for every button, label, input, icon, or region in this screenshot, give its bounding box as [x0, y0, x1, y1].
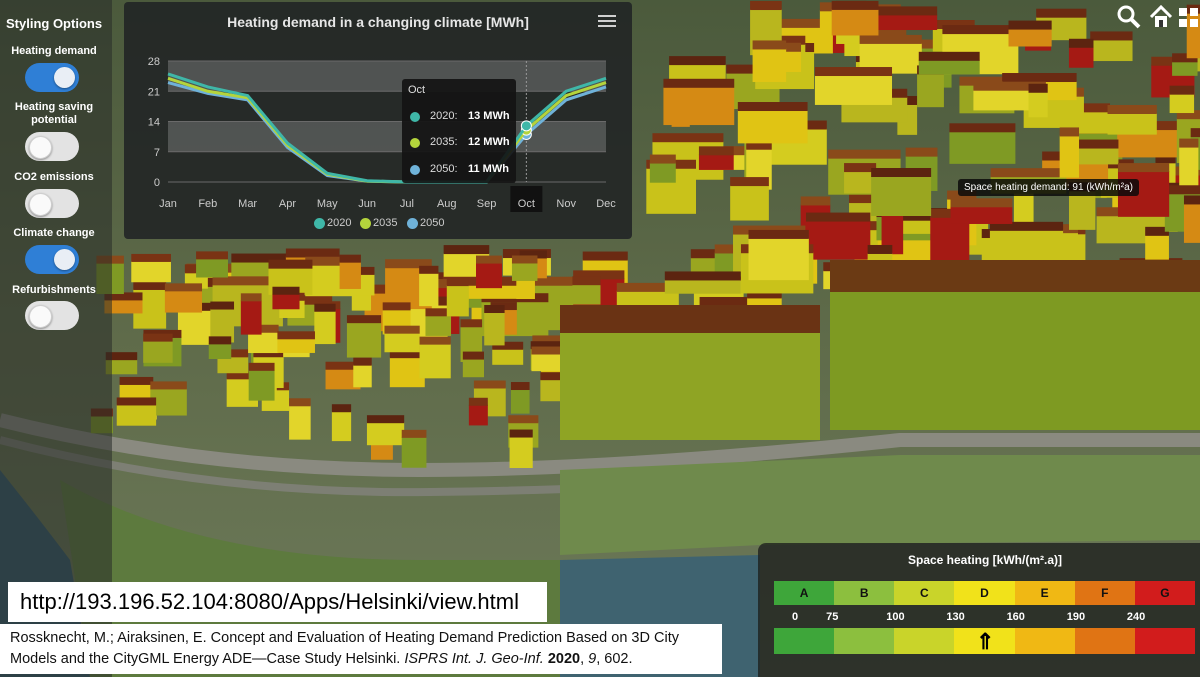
chart-title: Heating demand in a changing climate [MW… [227, 14, 529, 30]
x-tick-label: Jan [159, 198, 177, 210]
legend-2020-label: 2020 [327, 217, 352, 229]
grid-band [168, 121, 606, 152]
current-value-arrow-icon: ⇑ [976, 629, 995, 654]
x-tick-label: Feb [198, 198, 217, 210]
heating-demand-label: Heating demand [11, 45, 97, 57]
refurbishments-toggle[interactable] [25, 301, 79, 330]
energy-color-B [834, 628, 895, 654]
search-button[interactable] [1116, 4, 1142, 30]
legend-2050-label: 2050 [420, 217, 445, 229]
styling-options-title: Styling Options [6, 16, 103, 31]
x-tick-label: May [317, 198, 338, 210]
citation: Rossknecht, M.; Airaksinen, E. Concept a… [0, 624, 722, 674]
y-tick-label: 21 [148, 86, 160, 98]
tooltip-2020-value: 13 MWh [468, 110, 510, 122]
threshold-label: 240 [1126, 611, 1146, 623]
x-tick-label: Sep [477, 198, 497, 210]
tooltip-2050-name: 2050: [430, 163, 458, 175]
x-tick-label: Jun [358, 198, 376, 210]
x-tick-label: Aug [437, 198, 457, 210]
heating-demand-toggle[interactable] [25, 63, 79, 92]
heating-demand-chart[interactable]: 0 7 14 21 28 Jan Feb Mar Apr May Jun Jul Aug Sep Oct No… [124, 2, 632, 239]
energy-class-F: F [1074, 581, 1135, 605]
legend-2035-label: 2035 [373, 217, 398, 229]
y-tick-label: 0 [154, 177, 160, 189]
scale-title: Space heating [kWh/(m².a)] [907, 553, 1062, 567]
heating-saving-toggle[interactable] [25, 132, 79, 161]
energy-class-G: G [1134, 581, 1195, 605]
co2-emissions-label: CO2 emissions [14, 171, 94, 183]
layers-button[interactable] [1176, 4, 1200, 30]
chart-tooltip: Oct 2020: 13 MWh 2035: 12 MWh 2050: 11 M… [402, 79, 516, 183]
citation-volume: 9 [588, 651, 597, 667]
tooltip-header: Oct [408, 84, 426, 96]
tooltip-2020-name: 2020: [430, 110, 458, 122]
co2-emissions-toggle[interactable] [25, 189, 79, 218]
energy-class-B: B [834, 581, 895, 605]
x-tick-label: Nov [556, 198, 576, 210]
energy-class-E: E [1014, 581, 1075, 605]
citation-journal: ISPRS Int. J. Geo-Inf. [404, 651, 544, 667]
chart-menu-icon[interactable] [598, 12, 616, 28]
climate-change-toggle[interactable] [25, 245, 79, 274]
energy-class-D: D [954, 581, 1015, 605]
threshold-label: 130 [946, 611, 965, 623]
energy-class-scale: Space heating [kWh/(m².a)] ABCDEFG 0 75 10… [758, 543, 1200, 677]
x-tick-label: Jul [400, 198, 414, 210]
threshold-label: 100 [886, 611, 905, 623]
tooltip-2035-value: 12 MWh [468, 136, 510, 148]
threshold-label: 160 [1006, 611, 1025, 623]
home-button[interactable] [1148, 4, 1174, 30]
energy-class-letter-bar: ABCDEFG [774, 581, 1195, 605]
tooltip-2050-value: 11 MWh [468, 163, 509, 175]
y-tick-label: 7 [154, 147, 160, 159]
grid-icon [1179, 8, 1198, 27]
map-building-tooltip: Space heating demand: 91 (kWh/m²a) [958, 179, 1139, 196]
heating-demand-chart-panel: 0 7 14 21 28 Jan Feb Mar Apr May Jun Jul Aug Sep Oct No… [124, 2, 632, 239]
energy-color-A [774, 628, 835, 654]
energy-color-F [1074, 628, 1135, 654]
citation-year: 2020 [547, 651, 581, 667]
y-tick-label: 14 [148, 117, 160, 129]
x-tick-label: Mar [238, 198, 257, 210]
tooltip-2035-name: 2035: [430, 136, 458, 148]
point-2020-Oct [520, 120, 532, 132]
heating-saving-label: Heating saving potential [14, 101, 94, 126]
app-url[interactable]: http://193.196.52.104:8080/Apps/Helsinki… [8, 582, 547, 622]
y-tick-label: 28 [148, 56, 160, 68]
search-icon [1117, 5, 1141, 29]
energy-class-A: A [774, 581, 835, 605]
climate-change-label: Climate change [13, 227, 95, 239]
energy-color-E [1014, 628, 1075, 654]
refurbishments-label: Refurbishments [12, 284, 96, 296]
energy-color-G [1134, 628, 1195, 654]
energy-class-C: C [894, 581, 955, 605]
threshold-label: 0 [792, 611, 799, 623]
x-tick-label: Apr [279, 198, 296, 210]
x-tick-label: Dec [596, 198, 616, 210]
energy-color-C [894, 628, 955, 654]
home-icon [1149, 4, 1173, 27]
x-tick-label: Oct [518, 198, 535, 210]
threshold-label: 75 [826, 611, 839, 623]
grid-band [168, 61, 606, 92]
citation-pages: , 602. [596, 651, 633, 667]
styling-options-panel: Styling Options Heating demand Heating s… [0, 0, 112, 677]
threshold-label: 190 [1066, 611, 1086, 623]
